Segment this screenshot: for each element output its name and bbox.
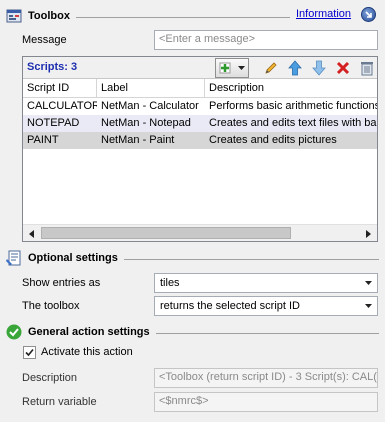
arrow-right-icon (366, 229, 371, 238)
check-circle-icon (6, 324, 22, 340)
add-icon (219, 62, 231, 74)
show-entries-label: Show entries as (22, 277, 101, 289)
pencil-icon (265, 62, 277, 74)
optional-settings-title: Optional settings (28, 252, 118, 264)
return-variable-field[interactable]: <$nmrc$> (154, 392, 378, 412)
edit-script-button[interactable] (260, 58, 282, 78)
checkmark-icon (25, 348, 34, 357)
chevron-down-icon (364, 281, 372, 285)
cell-description: Creates and edits text files with ba (209, 117, 377, 129)
toolbox-icon (6, 8, 22, 24)
description-label: Description (22, 372, 78, 384)
arrow-left-icon (29, 229, 34, 238)
column-header-script-id[interactable]: Script ID (23, 79, 97, 97)
table-row-selected[interactable]: PAINT NetMan - Paint Creates and edits p… (23, 132, 377, 149)
section-divider (123, 258, 379, 260)
scroll-left-button[interactable] (23, 225, 40, 242)
chevron-down-icon (237, 66, 245, 70)
return-variable-label: Return variable (22, 396, 97, 408)
cell-label: NetMan - Calculator (101, 100, 199, 112)
activate-checkbox[interactable] (23, 346, 36, 359)
cell-description: Creates and edits pictures (209, 134, 337, 146)
table-row[interactable]: CALCULATOR NetMan - Calculator Performs … (23, 98, 377, 115)
cell-script-id: PAINT (27, 134, 59, 146)
general-settings-title: General action settings (28, 326, 150, 338)
delete-x-icon (336, 61, 350, 75)
cell-description: Performs basic arithmetic functions (209, 100, 377, 112)
chevron-down-icon (364, 304, 372, 308)
column-header-label[interactable]: Label (97, 79, 205, 97)
general-settings-header: General action settings (0, 322, 385, 342)
horizontal-scrollbar[interactable] (23, 224, 377, 241)
clear-scripts-button[interactable] (356, 58, 378, 78)
scripts-panel: Scripts: 3 Script ID Label Description C… (22, 56, 378, 242)
message-input[interactable]: <Enter a message> (154, 30, 378, 50)
add-dropdown-button[interactable] (234, 58, 249, 78)
cell-script-id: NOTEPAD (27, 117, 80, 129)
delete-script-button[interactable] (332, 58, 354, 78)
show-entries-value: tiles (160, 277, 180, 289)
arrow-up-icon (288, 60, 302, 76)
message-label: Message (22, 34, 67, 46)
section-divider (75, 16, 290, 18)
dropdown-arrow[interactable] (360, 298, 376, 314)
move-down-button[interactable] (308, 58, 330, 78)
toolbox-title: Toolbox (28, 10, 70, 22)
arrow-down-right-icon (365, 11, 372, 18)
scripts-toolbar: Scripts: 3 (23, 57, 377, 79)
scripts-grid-body: CALCULATOR NetMan - Calculator Performs … (23, 98, 377, 219)
show-entries-select[interactable]: tiles (154, 273, 378, 293)
column-header-description[interactable]: Description (205, 79, 377, 97)
add-script-button[interactable] (215, 58, 235, 78)
move-up-button[interactable] (284, 58, 306, 78)
scripts-grid-header: Script ID Label Description (23, 79, 377, 98)
information-link[interactable]: Information (296, 8, 351, 20)
scripts-count: Scripts: 3 (27, 61, 78, 73)
dropdown-arrow[interactable] (360, 275, 376, 291)
description-field[interactable]: <Toolbox (return script ID) - 3 Script(s… (154, 368, 378, 388)
scroll-right-button[interactable] (360, 225, 377, 242)
toolbox-behavior-select[interactable]: returns the selected script ID (154, 296, 378, 316)
settings-page-icon (6, 250, 22, 266)
activate-label: Activate this action (41, 346, 133, 358)
arrow-down-icon (312, 60, 326, 76)
cell-label: NetMan - Paint (101, 134, 175, 146)
cell-label: NetMan - Notepad (101, 117, 191, 129)
scroll-thumb[interactable] (41, 227, 291, 239)
collapse-button[interactable] (361, 7, 376, 22)
section-divider (155, 332, 379, 334)
optional-settings-header: Optional settings (0, 248, 385, 268)
toolbox-behavior-value: returns the selected script ID (160, 300, 301, 312)
trash-icon (361, 62, 373, 76)
table-row[interactable]: NOTEPAD NetMan - Notepad Creates and edi… (23, 115, 377, 132)
toolbox-behavior-label: The toolbox (22, 300, 80, 312)
cell-script-id: CALCULATOR (27, 100, 97, 112)
